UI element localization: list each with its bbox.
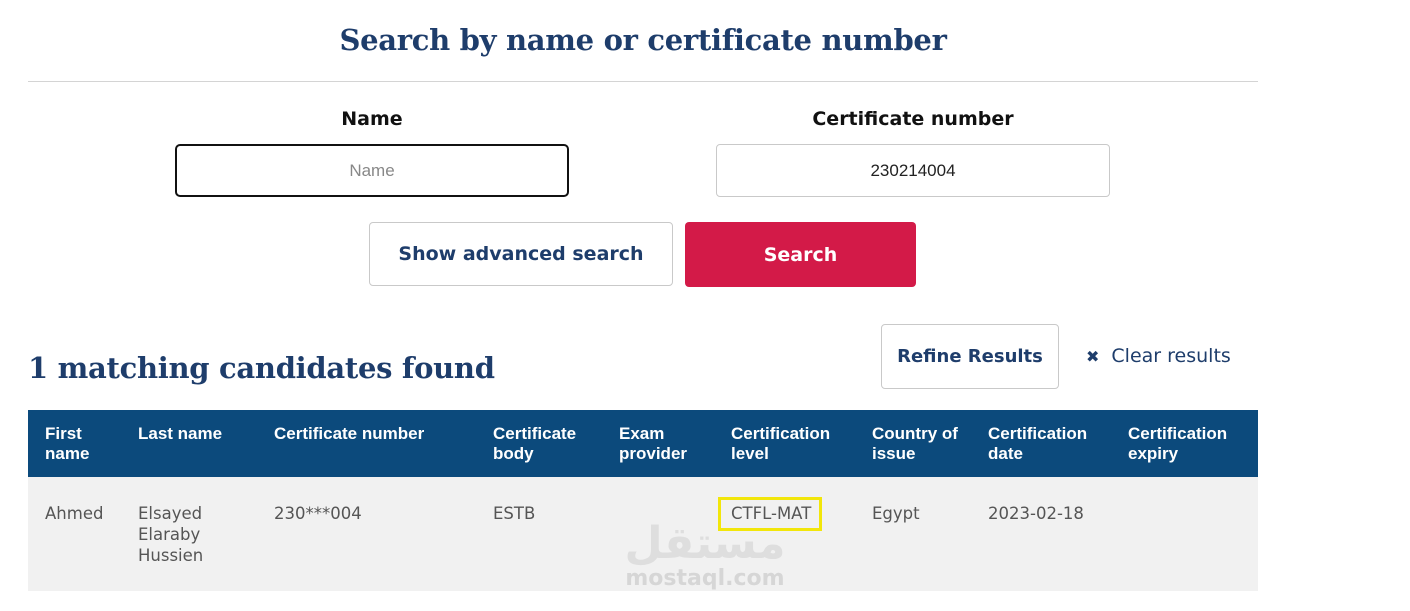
search-button-label: Search xyxy=(763,243,838,266)
search-button[interactable]: Search xyxy=(685,222,916,287)
refine-results-button[interactable]: Refine Results xyxy=(881,324,1059,389)
column-header-certificate-number[interactable]: Certificate number xyxy=(257,410,476,477)
column-header-certification-level[interactable]: Certification level xyxy=(714,410,855,477)
cell-last-name: Elsayed Elaraby Hussien xyxy=(138,504,204,565)
show-advanced-search-button[interactable]: Show advanced search xyxy=(369,222,673,286)
column-header-first-name[interactable]: First name xyxy=(28,410,121,477)
results-table: First name Last name Certificate number … xyxy=(28,410,1258,591)
column-header-certification-date[interactable]: Certification date xyxy=(971,410,1111,477)
show-advanced-search-label: Show advanced search xyxy=(398,243,644,265)
cell-exam-provider xyxy=(602,477,714,591)
certificate-number-label: Certificate number xyxy=(812,108,1014,130)
refine-results-label: Refine Results xyxy=(897,346,1043,367)
name-input[interactable] xyxy=(175,144,569,197)
results-heading: 1 matching candidates found xyxy=(28,351,495,385)
cell-certification-level: CTFL-MAT xyxy=(714,477,855,591)
clear-results-label: Clear results xyxy=(1111,345,1231,367)
cell-certificate-body: ESTB xyxy=(493,504,536,523)
highlighted-certification-level: CTFL-MAT xyxy=(718,497,823,531)
clear-results-link[interactable]: ✖ Clear results xyxy=(1086,340,1231,372)
cell-country-of-issue: Egypt xyxy=(872,504,920,523)
column-header-certification-expiry[interactable]: Certification expiry xyxy=(1111,410,1258,477)
title-divider xyxy=(28,81,1258,82)
column-header-last-name[interactable]: Last name xyxy=(121,410,257,477)
cell-certification-date: 2023-02-18 xyxy=(988,504,1084,523)
cell-certification-expiry xyxy=(1111,477,1258,591)
page-title: Search by name or certificate number xyxy=(339,23,947,57)
column-header-certificate-body[interactable]: Certificate body xyxy=(476,410,602,477)
cell-first-name: Ahmed xyxy=(45,504,104,523)
table-header-row: First name Last name Certificate number … xyxy=(28,410,1258,477)
close-icon: ✖ xyxy=(1086,346,1100,366)
name-label: Name xyxy=(341,108,403,130)
table-row: Ahmed Elsayed Elaraby Hussien 230***004 … xyxy=(28,477,1258,591)
column-header-exam-provider[interactable]: Exam provider xyxy=(602,410,714,477)
column-header-country-of-issue[interactable]: Country of issue xyxy=(855,410,971,477)
cell-certificate-number: 230***004 xyxy=(274,504,362,523)
certificate-number-input[interactable] xyxy=(716,144,1110,197)
